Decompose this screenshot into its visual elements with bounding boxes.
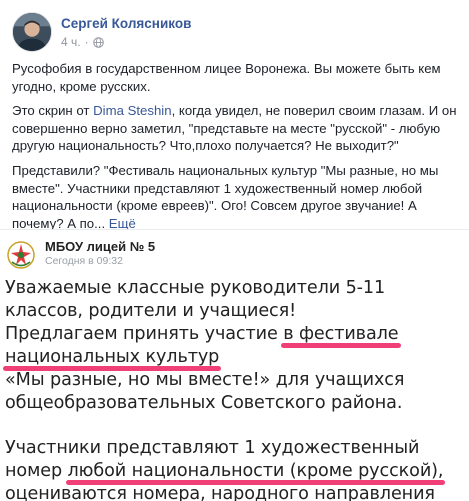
image-line: классов, родители и учащиеся! xyxy=(5,301,297,321)
author-name[interactable]: Сергей Колясников xyxy=(61,16,191,31)
post-paragraph: Представили? "Фестиваль национальных кул… xyxy=(12,162,462,232)
meta-separator: · xyxy=(84,35,89,49)
image-text: Уважаемые классные руководители 5-11 кла… xyxy=(5,277,465,501)
post-meta: 4 ч. · xyxy=(61,35,104,49)
image-line: Уважаемые классные руководители 5-11 xyxy=(5,278,386,298)
image-line: Предлагаем принять участие в фестивале xyxy=(5,323,465,346)
facebook-post: Сергей Колясников 4 ч. · Русофобия в гос… xyxy=(0,0,469,501)
mentioned-user-link[interactable]: Dima Steshin xyxy=(93,103,171,118)
image-line: национальных культур xyxy=(5,346,465,369)
post-time[interactable]: 4 ч. xyxy=(61,35,81,49)
post-header: Сергей Колясников 4 ч. · xyxy=(12,12,452,56)
image-line: «Мы разные, но мы вместе!» для учащихся xyxy=(5,370,405,390)
highlighted-text: в фестивале xyxy=(283,324,399,344)
image-line: общеобразовательных Советского района. xyxy=(5,393,403,413)
text-fragment: Это скрин от xyxy=(12,103,94,119)
post-text: Русофобия в государственном лицее Вороне… xyxy=(12,60,462,239)
highlighted-text: любой национальности (кроме русской), xyxy=(67,461,444,481)
image-line: оцениваются номера, народного направлени… xyxy=(5,484,435,501)
highlighted-text: национальных культур xyxy=(5,347,220,367)
globe-icon[interactable] xyxy=(92,36,104,48)
post-image[interactable]: МБОУ лицей № 5 Сегодня в 09:32 Уважаемые… xyxy=(0,229,469,501)
text-fragment: номер xyxy=(5,461,68,481)
source-time: Сегодня в 09:32 xyxy=(45,255,123,267)
image-line: номер любой национальности (кроме русско… xyxy=(5,460,465,483)
text-fragment: Предлагаем принять участие xyxy=(5,324,284,344)
post-paragraph: Русофобия в государственном лицее Вороне… xyxy=(12,61,441,94)
source-name: МБОУ лицей № 5 xyxy=(45,239,156,254)
school-logo-icon xyxy=(7,241,35,269)
text-fragment: Представили? "Фестиваль национальных кул… xyxy=(12,162,439,231)
post-paragraph: Это скрин от Dima Steshin, когда увидел,… xyxy=(12,102,462,155)
avatar[interactable] xyxy=(12,12,52,52)
image-line: Участники представляют 1 художественный xyxy=(5,438,420,458)
